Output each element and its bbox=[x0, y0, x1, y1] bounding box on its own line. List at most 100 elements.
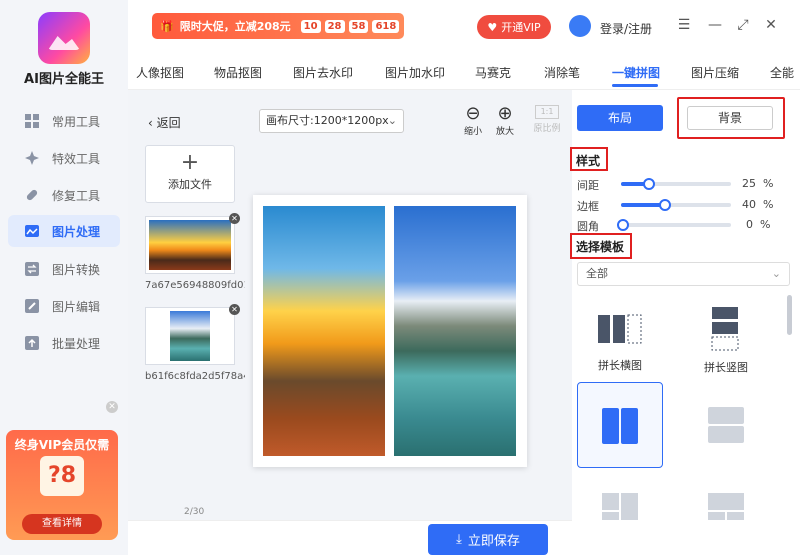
template-grid-b[interactable] bbox=[683, 480, 769, 520]
user-avatar-icon[interactable] bbox=[569, 15, 591, 37]
batch-upload-icon bbox=[24, 335, 40, 351]
sidebar-item-edit[interactable]: 图片编辑 bbox=[8, 290, 120, 322]
back-button[interactable]: ‹ 返回 bbox=[148, 114, 181, 131]
template-section-title: 选择模板 bbox=[576, 240, 625, 254]
background-tab-button[interactable]: 背景 bbox=[687, 106, 773, 130]
vip-heart-icon: ♥ bbox=[487, 20, 498, 34]
template-horizontal[interactable]: 拼长横图 bbox=[577, 298, 663, 384]
slider-handle[interactable] bbox=[659, 199, 671, 211]
sidebar-item-label: 常用工具 bbox=[52, 114, 101, 129]
grid-icon bbox=[24, 113, 40, 129]
sidebar-item-label: 修复工具 bbox=[52, 188, 101, 203]
tab-compress[interactable]: 图片压缩 bbox=[691, 64, 739, 81]
tab-remove-watermark[interactable]: 图片去水印 bbox=[293, 64, 353, 81]
minimize-icon[interactable]: — bbox=[707, 17, 723, 33]
image-icon bbox=[24, 223, 40, 239]
template-grid-a[interactable] bbox=[577, 480, 663, 520]
sidebar-item-image-processing[interactable]: 图片处理 bbox=[8, 215, 120, 247]
collage-image-mountain-lake[interactable] bbox=[394, 206, 516, 456]
tab-add-watermark[interactable]: 图片加水印 bbox=[385, 64, 445, 81]
template-two-row-icon bbox=[708, 407, 744, 443]
tab-eraser[interactable]: 消除笔 bbox=[544, 64, 580, 81]
app-name: AI图片全能王 bbox=[24, 72, 104, 87]
canvas-size-value: 画布尺寸:1200*1200px bbox=[266, 114, 389, 127]
collage-image-sunset[interactable] bbox=[263, 206, 385, 456]
layout-tab-button[interactable]: 布局 bbox=[577, 105, 663, 131]
tab-object-cutout[interactable]: 物品抠图 bbox=[214, 64, 262, 81]
spacing-slider[interactable] bbox=[621, 178, 731, 190]
sidebar-item-convert[interactable]: 图片转换 bbox=[8, 253, 120, 285]
promo-close-icon[interactable]: ✕ bbox=[106, 401, 118, 413]
border-slider[interactable] bbox=[621, 199, 731, 211]
template-two-column-icon bbox=[602, 408, 638, 444]
chevron-left-icon: ‹ bbox=[148, 116, 157, 130]
menu-icon[interactable]: ☰ bbox=[676, 17, 692, 33]
sidebar-item-label: 特效工具 bbox=[52, 151, 101, 166]
ratio-icon: 1:1 bbox=[535, 105, 559, 119]
sidebar-item-label: 图片处理 bbox=[52, 224, 101, 239]
ratio-label: 原比例 bbox=[533, 124, 561, 134]
zoom-out-label: 缩小 bbox=[463, 127, 482, 137]
template-horizontal-icon bbox=[598, 314, 642, 344]
flash-sale-banner[interactable]: 🎁 限时大促，立减208元 10 28 58 618 bbox=[152, 13, 404, 39]
back-label: 返回 bbox=[156, 116, 181, 130]
close-icon[interactable]: ✕ bbox=[763, 17, 779, 33]
file-thumbnail[interactable] bbox=[145, 307, 235, 365]
page-count: 2/30 bbox=[184, 507, 205, 517]
corner-label: 圆角 bbox=[577, 220, 599, 233]
sidebar-item-label: 批量处理 bbox=[52, 336, 101, 351]
timer-hours: 10 bbox=[300, 19, 321, 33]
sidebar-item-batch[interactable]: 批量处理 bbox=[8, 327, 120, 359]
slider-handle[interactable] bbox=[643, 178, 655, 190]
template-two-column[interactable] bbox=[577, 382, 663, 468]
tab-all[interactable]: 全能 bbox=[770, 64, 794, 81]
zoom-in-icon: ⊕ bbox=[497, 103, 513, 124]
add-file-button[interactable]: + 添加文件 bbox=[145, 145, 235, 203]
template-scrollbar[interactable] bbox=[787, 295, 792, 335]
plus-icon: + bbox=[180, 150, 200, 175]
corner-slider[interactable] bbox=[617, 219, 731, 231]
tab-portrait-cutout[interactable]: 人像抠图 bbox=[136, 64, 184, 81]
canvas-size-select[interactable]: 画布尺寸:1200*1200px ⌄ bbox=[259, 109, 404, 133]
collage-canvas[interactable] bbox=[253, 195, 527, 467]
zoom-in-label: 放大 bbox=[495, 127, 514, 137]
sidebar-item-repair[interactable]: 修复工具 bbox=[8, 179, 120, 211]
sidebar-item-common-tools[interactable]: 常用工具 bbox=[8, 105, 120, 137]
promo-price: ?8 bbox=[40, 456, 84, 496]
template-grid-b-icon bbox=[708, 493, 744, 520]
template-label: 拼长横图 bbox=[598, 359, 642, 372]
remove-file-icon[interactable]: ✕ bbox=[229, 304, 240, 315]
maximize-icon[interactable]: ⤢ bbox=[735, 17, 751, 33]
tab-collage[interactable]: 一键拼图 bbox=[612, 64, 660, 81]
style-section-title: 样式 bbox=[576, 154, 601, 168]
template-two-row[interactable] bbox=[683, 382, 769, 468]
bandage-icon bbox=[24, 187, 40, 203]
promo-details-button[interactable]: 查看详情 bbox=[22, 514, 102, 534]
file-name: 7a67e56948809fd013... bbox=[145, 280, 245, 291]
file-thumbnail[interactable] bbox=[145, 216, 235, 274]
chevron-down-icon: ⌄ bbox=[771, 267, 781, 280]
timer-ms: 618 bbox=[372, 19, 400, 33]
download-icon: ⤓ bbox=[456, 532, 462, 547]
border-label: 边框 bbox=[577, 200, 599, 213]
template-filter-select[interactable]: 全部 ⌄ bbox=[577, 262, 790, 286]
template-vertical[interactable]: 拼长竖图 bbox=[683, 298, 769, 384]
slider-handle[interactable] bbox=[617, 219, 629, 231]
remove-file-icon[interactable]: ✕ bbox=[229, 213, 240, 224]
sidebar-item-effects[interactable]: 特效工具 bbox=[8, 142, 120, 174]
spacing-label: 间距 bbox=[577, 179, 599, 192]
login-register-link[interactable]: 登录/注册 bbox=[600, 20, 652, 37]
template-grid-a-icon bbox=[602, 493, 638, 520]
chevron-down-icon: ⌄ bbox=[387, 114, 397, 127]
tab-mosaic[interactable]: 马赛克 bbox=[475, 64, 511, 81]
zoom-out-button[interactable]: ⊖ 缩小 bbox=[458, 104, 488, 138]
vip-promo-card[interactable]: 终身VIP会员仅需 ?8 查看详情 bbox=[6, 430, 118, 540]
border-value: 40 % bbox=[742, 198, 774, 211]
open-vip-button[interactable]: ♥ 开通VIP bbox=[477, 15, 551, 39]
add-file-label: 添加文件 bbox=[168, 178, 212, 191]
zoom-in-button[interactable]: ⊕ 放大 bbox=[490, 103, 520, 138]
original-ratio-button[interactable]: 1:1 原比例 bbox=[532, 105, 562, 134]
corner-value: 0 % bbox=[746, 218, 771, 231]
active-tab-indicator bbox=[612, 84, 658, 87]
save-button[interactable]: ⤓ 立即保存 bbox=[428, 524, 548, 555]
